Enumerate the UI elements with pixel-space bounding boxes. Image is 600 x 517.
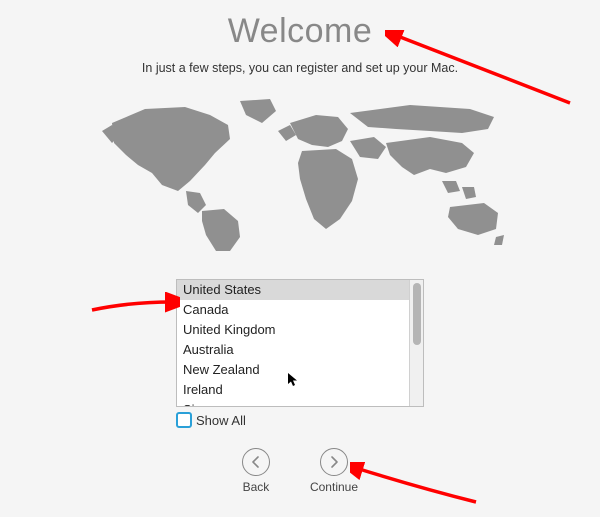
list-item[interactable]: Singapore — [177, 400, 409, 407]
show-all-label: Show All — [196, 413, 246, 428]
scrollbar-thumb[interactable] — [413, 283, 421, 345]
world-map — [90, 95, 510, 255]
back-button[interactable]: Back — [242, 448, 270, 494]
cursor-icon — [288, 373, 298, 387]
show-all-row[interactable]: Show All — [176, 412, 424, 428]
list-item[interactable]: Canada — [177, 300, 409, 320]
scrollbar[interactable] — [409, 280, 423, 406]
list-item[interactable]: United Kingdom — [177, 320, 409, 340]
country-list[interactable]: United States Canada United Kingdom Aust… — [176, 279, 424, 407]
show-all-checkbox[interactable] — [176, 412, 192, 428]
continue-button[interactable]: Continue — [310, 448, 358, 494]
back-arrow-icon — [242, 448, 270, 476]
list-item[interactable]: United States — [177, 280, 409, 300]
continue-arrow-icon — [320, 448, 348, 476]
page-title: Welcome — [228, 12, 373, 51]
back-label: Back — [243, 480, 270, 494]
list-item[interactable]: Australia — [177, 340, 409, 360]
page-subtitle: In just a few steps, you can register an… — [142, 61, 458, 75]
continue-label: Continue — [310, 480, 358, 494]
